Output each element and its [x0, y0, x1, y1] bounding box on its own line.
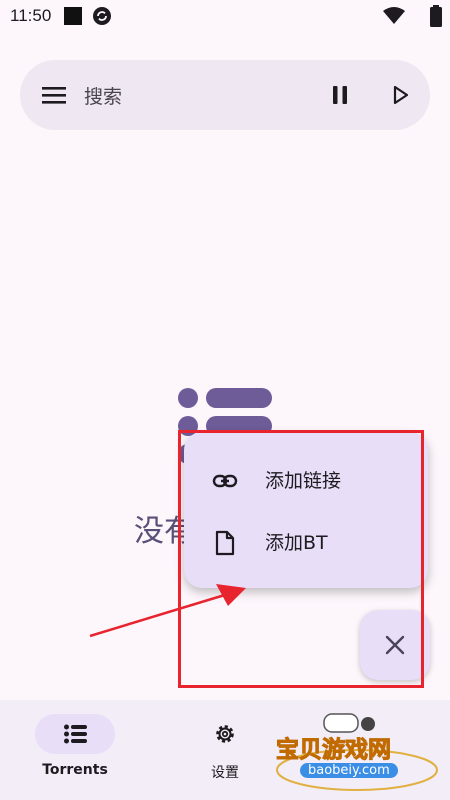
- search-input[interactable]: 搜索: [84, 82, 122, 109]
- play-icon[interactable]: [388, 83, 412, 107]
- nav-label-torrents: Torrents: [42, 762, 108, 778]
- nav-item-torrents[interactable]: Torrents: [0, 700, 150, 800]
- battery-icon: [430, 5, 442, 27]
- annotation-highlight-box: [178, 430, 424, 688]
- status-time: 11:50: [10, 6, 52, 25]
- sync-icon: [93, 7, 111, 25]
- menu-icon[interactable]: [42, 83, 66, 107]
- annotation-arrow: [89, 584, 246, 638]
- watermark-url: baobeiy.com: [300, 763, 398, 778]
- watermark-text: 宝贝游戏网: [276, 737, 392, 764]
- pause-icon[interactable]: [328, 83, 352, 107]
- wifi-icon: [383, 7, 405, 24]
- status-bar: 11:50: [0, 0, 450, 34]
- gear-icon: [216, 725, 234, 743]
- search-bar[interactable]: 搜索: [20, 60, 430, 130]
- notification-square-icon: [64, 7, 82, 25]
- list-icon: [64, 724, 87, 744]
